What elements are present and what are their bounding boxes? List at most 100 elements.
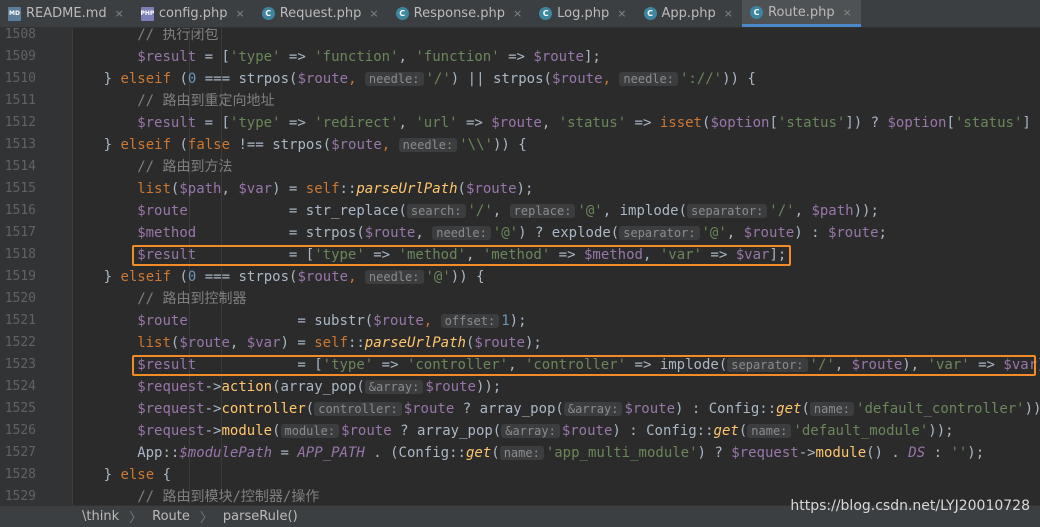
code-token: $request bbox=[137, 423, 205, 439]
code-token: module bbox=[221, 423, 273, 439]
code-token: $route bbox=[465, 181, 517, 197]
code-token: // 路由到重定向地址 bbox=[137, 93, 275, 109]
line-number: 1516 bbox=[4, 203, 36, 218]
code-token: } bbox=[103, 71, 121, 87]
code-token: '://' bbox=[679, 71, 723, 87]
code-token: $option bbox=[887, 115, 947, 131]
php-class-icon: C bbox=[750, 5, 763, 19]
code-token: ( bbox=[171, 269, 188, 285]
code-text: // 路由到重定向地址 bbox=[137, 90, 274, 112]
code-token: )) { bbox=[450, 269, 485, 285]
close-icon[interactable]: × bbox=[724, 7, 733, 20]
code-token: 'type' bbox=[229, 115, 281, 131]
code-token: = strpos( bbox=[196, 225, 365, 241]
tab-label: Request.php bbox=[279, 6, 362, 21]
code-token: -> bbox=[204, 401, 222, 417]
tab-response-php[interactable]: C Response.php × bbox=[388, 0, 532, 27]
code-line[interactable]: 1526 $request->module(module: $route ? arr… bbox=[0, 420, 1040, 442]
code-token: = bbox=[272, 445, 298, 461]
breadcrumb-item[interactable]: \think bbox=[82, 509, 119, 524]
code-line[interactable]: 1515 list ($path, $var) = self::parseUrlPa… bbox=[0, 178, 1040, 200]
code-token: else bbox=[120, 467, 155, 483]
code-token: , bbox=[229, 335, 247, 351]
line-number: 1527 bbox=[4, 445, 36, 460]
line-number: 1520 bbox=[4, 291, 36, 306]
code-text: // 执行闭包 bbox=[137, 28, 218, 46]
code-token: $route bbox=[297, 269, 349, 285]
code-line[interactable]: 1527 App::$modulePath = APP_PATH . (Confi… bbox=[0, 442, 1040, 464]
code-token: module bbox=[815, 445, 867, 461]
code-token: $var bbox=[246, 335, 281, 351]
line-number: 1508 bbox=[4, 28, 36, 42]
code-line[interactable]: 1519} elseif (0 === strpos($route, needl… bbox=[0, 266, 1040, 288]
close-icon[interactable]: × bbox=[843, 6, 852, 19]
code-token: { bbox=[154, 467, 172, 483]
close-icon[interactable]: × bbox=[115, 7, 124, 20]
parameter-hint: needle: bbox=[364, 72, 424, 86]
close-icon[interactable]: × bbox=[236, 7, 245, 20]
code-token: $route bbox=[624, 401, 676, 417]
code-line[interactable]: 1517 $method = strpos($route, needle: '@')… bbox=[0, 222, 1040, 244]
close-icon[interactable]: × bbox=[369, 7, 378, 20]
code-text: list($route, $var) = self::parseUrlPath(… bbox=[137, 332, 542, 354]
code-token: ] : bbox=[1022, 115, 1040, 131]
code-line[interactable]: 1513} elseif (false !== strpos($route, n… bbox=[0, 134, 1040, 156]
code-token: $option bbox=[710, 115, 770, 131]
code-token: $route bbox=[403, 401, 455, 417]
breadcrumb-item[interactable]: parseRule() bbox=[223, 509, 298, 524]
code-line[interactable]: 1525 $request->controller(controller: $rou… bbox=[0, 398, 1040, 420]
code-token: parseUrlPath bbox=[364, 335, 466, 351]
code-token: () . bbox=[866, 445, 909, 461]
watermark-text: https://blog.csdn.net/LYJ20010728 bbox=[790, 498, 1030, 514]
editor-tab-bar: MD README.md × PHP config.php × C Request.php × C… bbox=[0, 0, 1040, 28]
tab-config-php[interactable]: PHP config.php × bbox=[133, 0, 254, 27]
tab-readme-md[interactable]: MD README.md × bbox=[0, 0, 133, 27]
code-line[interactable]: 1516 $route = str_replace(search: '/', rep… bbox=[0, 200, 1040, 222]
tab-route-php[interactable]: C Route.php × bbox=[742, 0, 861, 27]
tab-app-php[interactable]: C App.php × bbox=[636, 0, 743, 27]
tab-request-php[interactable]: C Request.php × bbox=[254, 0, 388, 27]
code-line[interactable]: 1509 $result = ['type' => 'function', 'fu… bbox=[0, 46, 1040, 68]
parameter-hint: replace: bbox=[509, 204, 576, 218]
code-token: 'default_controller' bbox=[856, 401, 1025, 417]
code-token: '@' bbox=[577, 203, 603, 219]
code-token: $modulePath bbox=[179, 445, 273, 461]
code-line[interactable]: 1524 $request->action(array_pop(&array: $r… bbox=[0, 376, 1040, 398]
code-token: $method bbox=[137, 225, 197, 241]
line-number: 1519 bbox=[4, 269, 36, 284]
tab-log-php[interactable]: C Log.php × bbox=[531, 0, 635, 27]
close-icon[interactable]: × bbox=[617, 7, 626, 20]
code-line[interactable]: 1528} else { bbox=[0, 464, 1040, 486]
code-line[interactable]: 1514 // 路由到方法 bbox=[0, 156, 1040, 178]
code-token: '\\' bbox=[459, 137, 493, 153]
code-token: $result bbox=[137, 49, 197, 65]
code-token: === strpos( bbox=[196, 269, 298, 285]
code-token: $request bbox=[137, 401, 205, 417]
code-line[interactable]: 1521 $route = substr($route, offset: 1); bbox=[0, 310, 1040, 332]
tab-label: config.php bbox=[158, 6, 228, 21]
code-line[interactable]: 1511 // 路由到重定向地址 bbox=[0, 90, 1040, 112]
code-token: ; bbox=[878, 225, 887, 241]
code-token: APP_PATH bbox=[297, 445, 365, 461]
highlight-box bbox=[132, 245, 791, 266]
code-token: 'status' bbox=[954, 115, 1023, 131]
close-icon[interactable]: × bbox=[513, 7, 522, 20]
code-token: , bbox=[541, 115, 559, 131]
code-token: ) ? explode( bbox=[518, 225, 620, 241]
code-line[interactable]: 1510} elseif (0 === strpos($route, needl… bbox=[0, 68, 1040, 90]
code-token: ( bbox=[171, 137, 188, 153]
code-token: = str_replace( bbox=[187, 203, 407, 219]
code-token: ( bbox=[491, 445, 500, 461]
markdown-file-icon: MD bbox=[8, 6, 21, 21]
code-token: $route bbox=[743, 225, 795, 241]
code-line[interactable]: 1520 // 路由到控制器 bbox=[0, 288, 1040, 310]
code-editor[interactable]: 1508 // 执行闭包 1509 $result = ['type' => 'fun… bbox=[0, 28, 1040, 505]
code-token: $route bbox=[491, 115, 542, 131]
code-line[interactable]: 1512 $result = ['type' => 'redirect', 'ur… bbox=[0, 112, 1040, 134]
code-line[interactable]: 1522 list($route, $var) = self::parseUrlP… bbox=[0, 332, 1040, 354]
code-token: (array_pop( bbox=[272, 379, 365, 395]
breadcrumb-separator: 〉 bbox=[129, 511, 143, 526]
code-token: : bbox=[925, 445, 951, 461]
breadcrumb-item[interactable]: Route bbox=[152, 509, 190, 524]
code-line[interactable]: 1508 // 执行闭包 bbox=[0, 28, 1040, 46]
